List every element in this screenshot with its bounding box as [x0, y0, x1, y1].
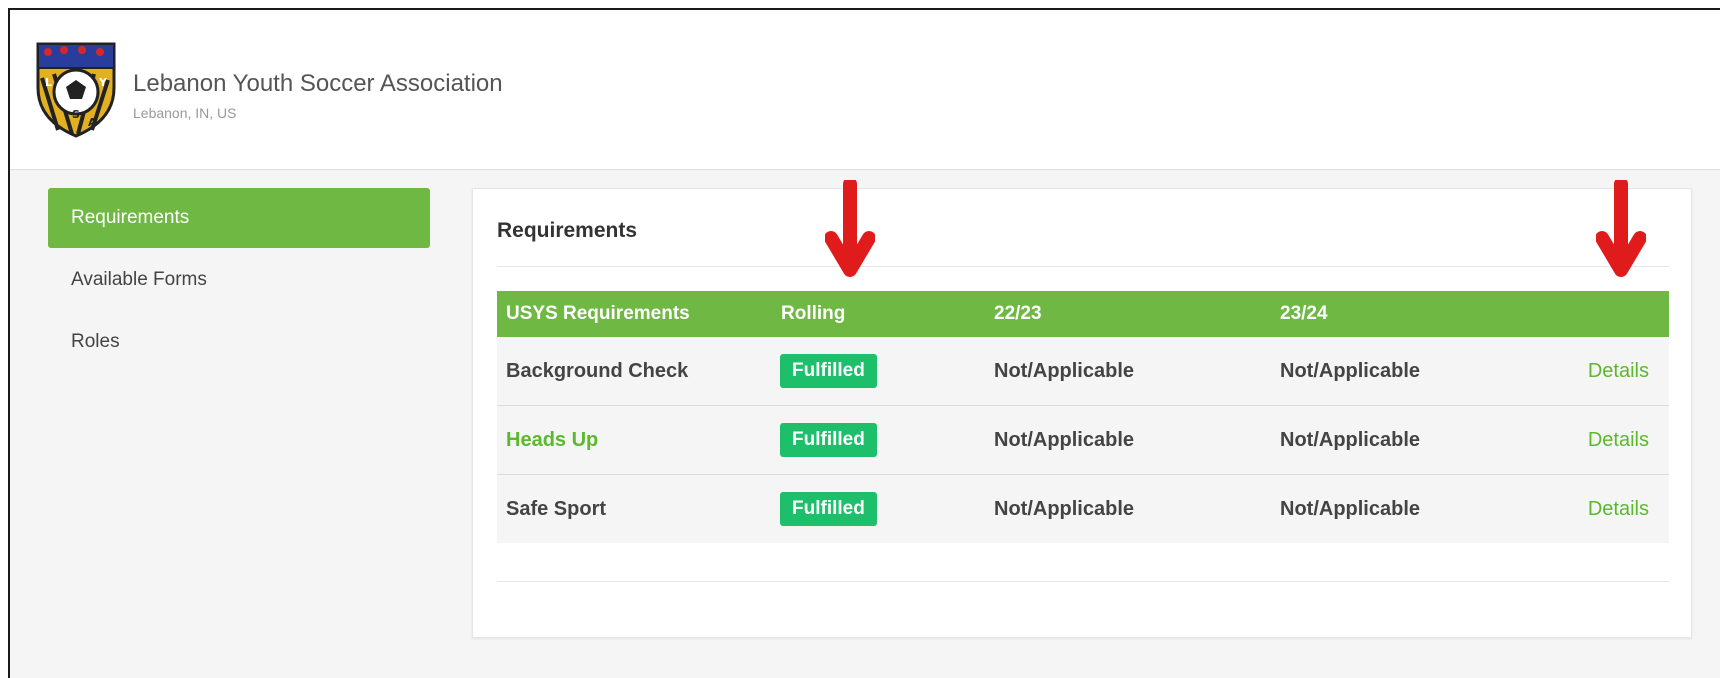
column-header-rolling: Rolling [772, 291, 985, 337]
actions-cell: Details [1541, 337, 1669, 406]
table-row: Heads Up Fulfilled Not/Applicable Not/Ap… [497, 405, 1669, 475]
soccer-ball-shield-icon: L Y S A [36, 42, 116, 138]
divider [497, 266, 1669, 267]
svg-text:S: S [72, 108, 80, 121]
season-23-24-status: Not/Applicable [1271, 474, 1541, 543]
rolling-cell: Fulfilled [772, 337, 985, 406]
svg-text:A: A [88, 116, 97, 129]
table-row: Safe Sport Fulfilled Not/Applicable Not/… [497, 474, 1669, 543]
sidebar-item-requirements[interactable]: Requirements [48, 188, 430, 248]
requirements-table: USYS Requirements Rolling 22/23 23/24 Ba… [497, 291, 1669, 543]
details-link[interactable]: Details [1588, 429, 1649, 451]
table-header-row: USYS Requirements Rolling 22/23 23/24 [497, 291, 1669, 337]
season-23-24-status: Not/Applicable [1271, 405, 1541, 475]
requirement-name-link[interactable]: Heads Up [497, 405, 772, 475]
season-22-23-status: Not/Applicable [985, 337, 1271, 406]
details-link[interactable]: Details [1588, 498, 1649, 520]
rolling-cell: Fulfilled [772, 405, 985, 475]
column-header-season-22-23: 22/23 [985, 291, 1271, 337]
requirements-panel: Requirements USYS Requirements Rolling 2… [472, 188, 1692, 638]
sidebar-item-available-forms[interactable]: Available Forms [48, 250, 430, 310]
actions-cell: Details [1541, 474, 1669, 543]
status-badge: Fulfilled [780, 354, 877, 388]
status-badge: Fulfilled [780, 492, 877, 526]
status-badge: Fulfilled [780, 423, 877, 457]
down-arrow-icon [825, 180, 875, 277]
requirement-name: Background Check [497, 337, 772, 406]
sidebar-nav: Requirements Available Forms Roles [48, 188, 430, 374]
org-logo: L Y S A [32, 38, 120, 138]
svg-text:Y: Y [98, 76, 108, 89]
svg-text:L: L [45, 76, 52, 89]
actions-cell: Details [1541, 405, 1669, 475]
season-23-24-status: Not/Applicable [1271, 337, 1541, 406]
rolling-cell: Fulfilled [772, 474, 985, 543]
column-header-actions [1541, 291, 1669, 337]
season-22-23-status: Not/Applicable [985, 405, 1271, 475]
org-name: Lebanon Youth Soccer Association [133, 70, 503, 97]
org-header: L Y S A Lebanon Youth Soccer Association… [10, 10, 1720, 170]
app-frame: L Y S A Lebanon Youth Soccer Association… [8, 8, 1720, 678]
details-link[interactable]: Details [1588, 360, 1649, 382]
table-row: Background Check Fulfilled Not/Applicabl… [497, 337, 1669, 406]
column-header-season-23-24: 23/24 [1271, 291, 1541, 337]
requirement-name: Safe Sport [497, 474, 772, 543]
down-arrow-icon [1596, 180, 1646, 277]
divider [497, 581, 1669, 582]
season-22-23-status: Not/Applicable [985, 474, 1271, 543]
org-location: Lebanon, IN, US [133, 105, 237, 121]
column-header-requirement: USYS Requirements [497, 291, 772, 337]
panel-title: Requirements [497, 219, 638, 242]
sidebar-item-roles[interactable]: Roles [48, 312, 430, 372]
